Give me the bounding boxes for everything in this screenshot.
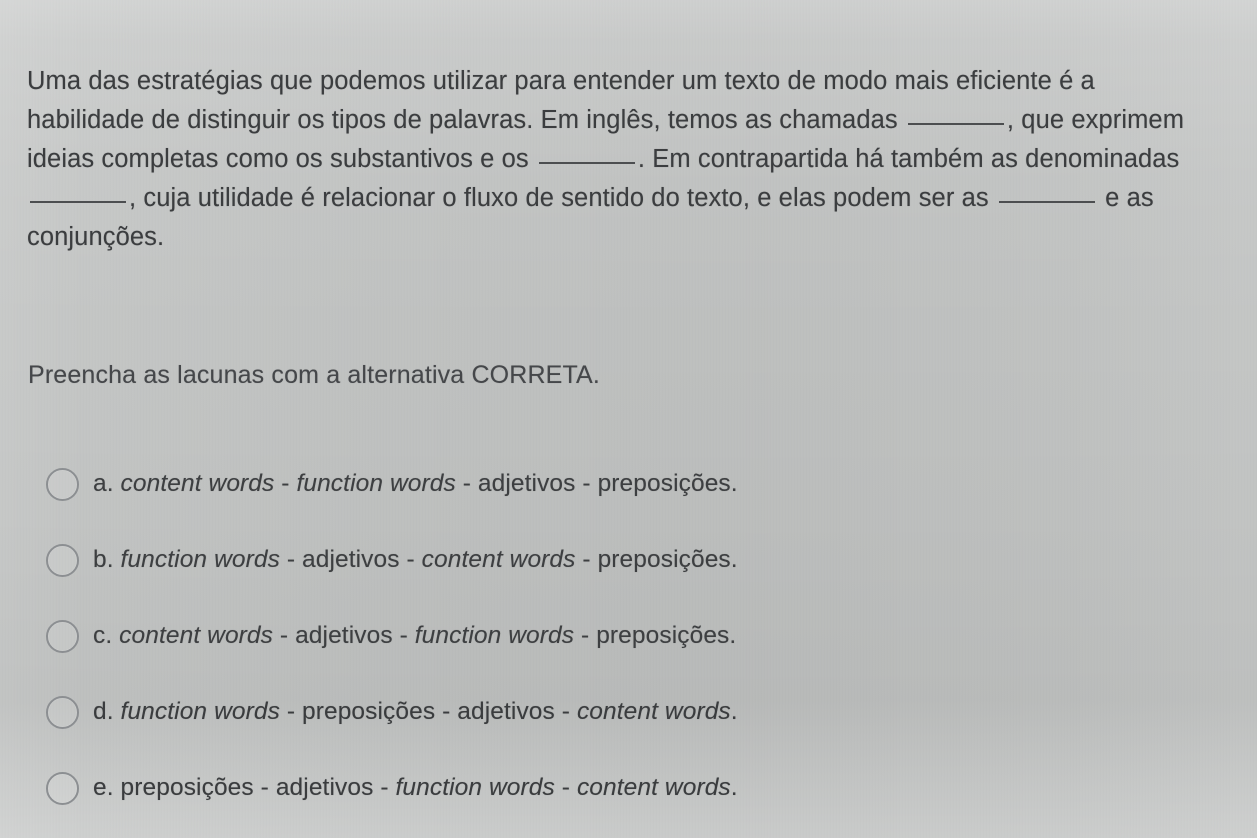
english-term: function words [296,470,456,497]
option-text-segment: - preposições. [575,546,738,573]
radio-button-icon-d[interactable] [46,695,79,729]
radio-button-icon-a[interactable] [46,467,79,501]
radio-button-icon-e[interactable] [46,771,79,805]
stem-text-segment: . Em contrapartida há também as denomina… [637,144,1180,173]
question-screen: Uma das estratégias que podemos utilizar… [0,0,1257,838]
english-term: function words [395,774,555,801]
answer-options-list: a. content words - function words - adje… [0,462,1257,838]
answer-option-label-d: d. function words - preposições - adjeti… [93,696,738,728]
english-term: content words [576,698,731,725]
answer-option-label-a: a. content words - function words - adje… [93,468,738,500]
english-term: content words [576,774,731,801]
option-text-segment: . [730,698,738,725]
answer-option-letter-c: c. [93,622,120,649]
option-text-segment: - [274,470,297,497]
english-term: content words [120,470,275,497]
option-text-segment: - preposições - adjetivos - [279,698,577,725]
answer-option-a[interactable]: a. content words - function words - adje… [0,462,1257,506]
radio-button-icon-c[interactable] [46,619,79,653]
answer-option-label-c: c. content words - adjetivos - function … [93,620,736,652]
option-text-segment: - [554,774,577,801]
answer-option-d[interactable]: d. function words - preposições - adjeti… [0,690,1257,734]
english-term: function words [120,698,280,725]
answer-option-letter-e: e. [93,774,121,801]
stem-blank-7 [998,200,1095,203]
answer-option-letter-d: d. [93,698,121,725]
answer-option-c[interactable]: c. content words - adjetivos - function … [0,614,1257,658]
radio-button-icon-b[interactable] [46,543,79,577]
answer-option-letter-a: a. [93,470,121,497]
stem-blank-3 [538,161,635,164]
stem-blank-5 [30,200,126,203]
english-term: content words [421,546,576,573]
answer-option-label-e: e. preposições - adjetivos - function wo… [93,772,738,804]
english-term: function words [414,622,575,649]
stem-text-segment: , cuja utilidade é relacionar o fluxo de… [129,183,996,212]
option-text-segment: - preposições. [574,622,737,649]
question-instruction: Preencha as lacunas com a alternativa CO… [28,361,600,389]
answer-option-letter-b: b. [93,546,121,573]
option-text-segment: - adjetivos - [279,546,422,573]
answer-option-label-b: b. function words - adjetivos - content … [93,544,738,576]
english-term: content words [119,622,273,649]
question-stem: Uma das estratégias que podemos utilizar… [27,62,1207,257]
option-text-segment: . [730,774,738,801]
option-text-segment: - adjetivos - preposições. [455,470,738,497]
option-text-segment: preposições - adjetivos - [120,774,396,801]
option-text-segment: - adjetivos - [273,622,415,649]
answer-option-e[interactable]: e. preposições - adjetivos - function wo… [0,766,1257,810]
answer-option-b[interactable]: b. function words - adjetivos - content … [0,538,1257,582]
english-term: function words [120,546,280,573]
stem-blank-1 [907,122,1004,125]
